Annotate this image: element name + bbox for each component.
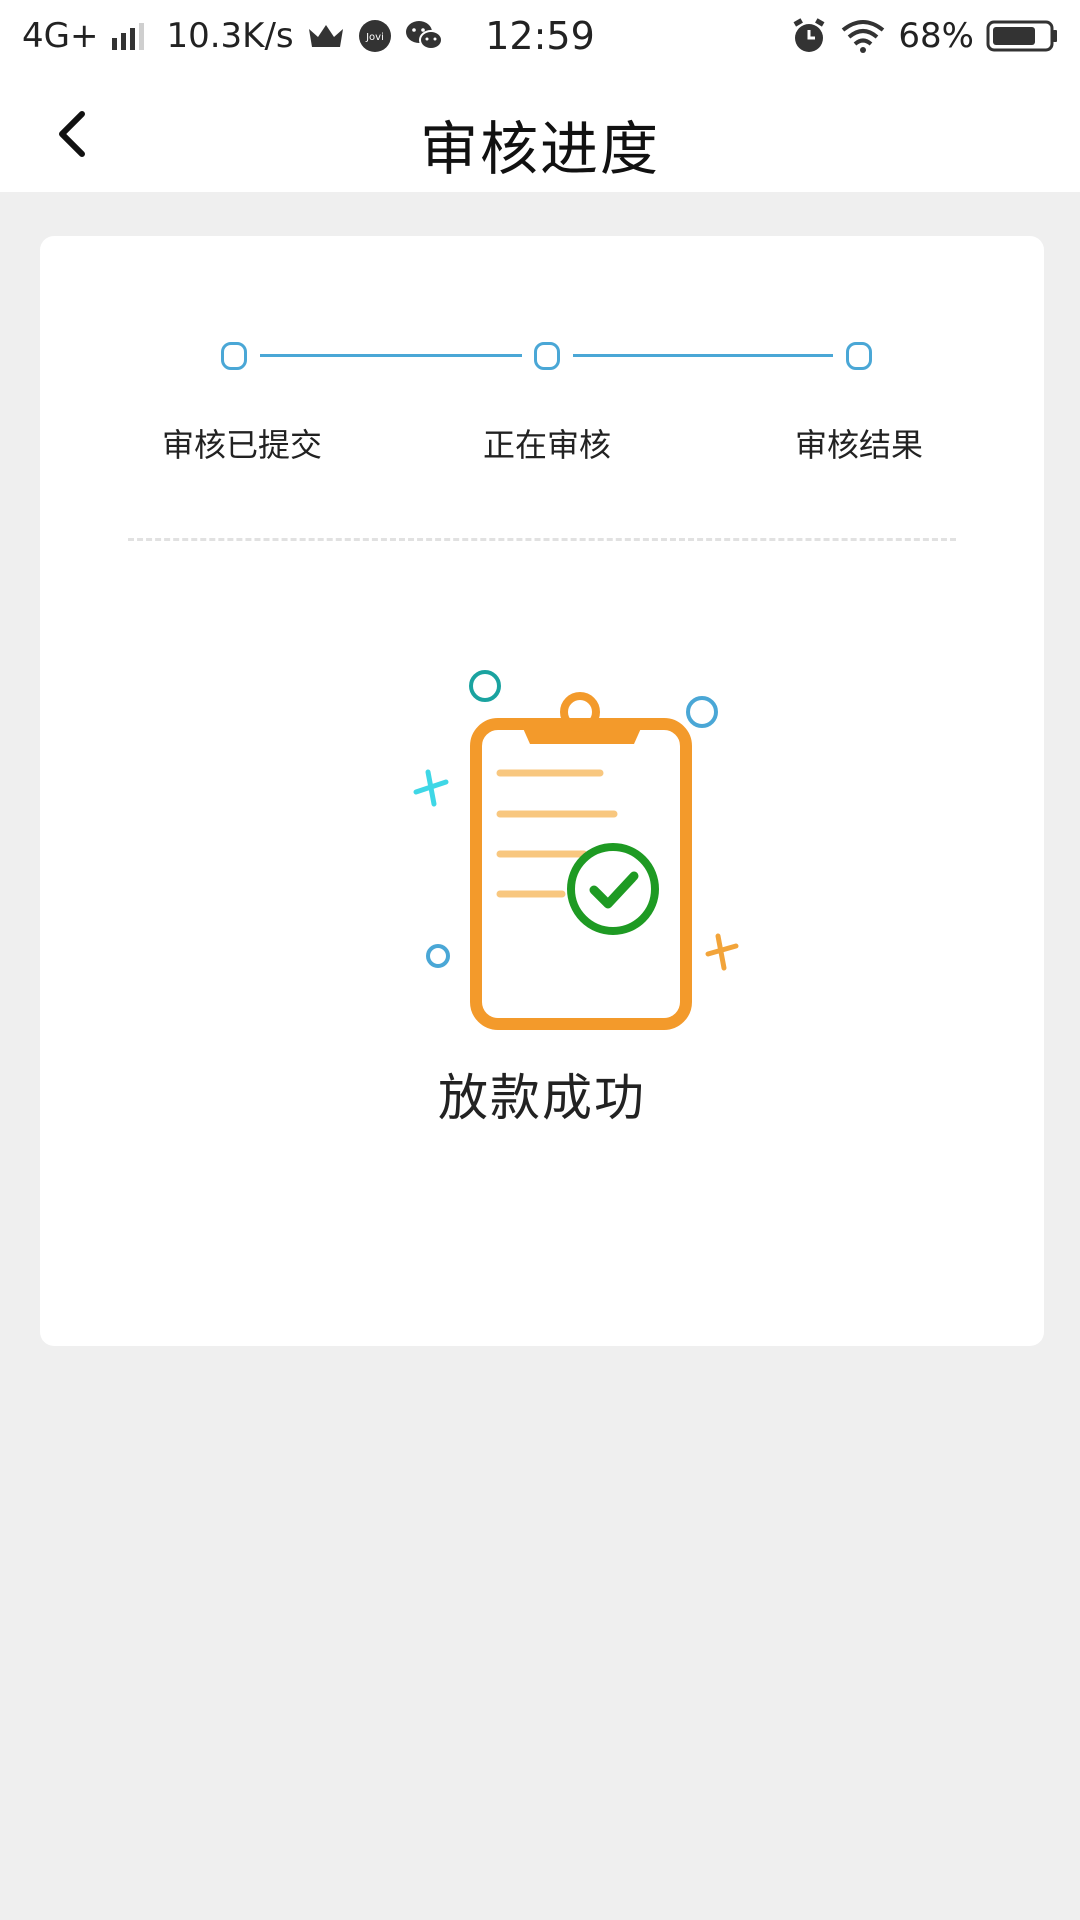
result-status-text: 放款成功 [438,1069,646,1127]
step-dot-submitted [221,342,247,370]
alarm-icon [790,17,828,55]
step-dot-result [846,342,872,370]
status-right: 68% [790,16,1058,56]
status-bar: 4G+ 10.3K/s Jovi 12:59 68% [0,0,1080,76]
progress-card: 审核已提交 正在审核 审核结果 放款成功 [40,236,1044,1346]
dashed-divider [128,538,956,541]
battery-percent: 68% [898,16,974,56]
step-line-1 [260,354,522,357]
step-label-reviewing: 正在审核 [482,426,611,464]
clipboard-check-icon [372,648,772,1048]
step-dot-reviewing [534,342,560,370]
navigation-bar: 审核进度 [0,76,1080,192]
page-title: 审核进度 [419,115,660,183]
step-line-2 [573,354,833,357]
step-label-submitted: 审核已提交 [161,426,322,464]
wifi-icon [840,18,886,54]
battery-icon [986,19,1058,53]
step-label-result: 审核结果 [794,426,923,464]
progress-steps: 审核已提交 正在审核 审核结果 [40,236,1044,536]
